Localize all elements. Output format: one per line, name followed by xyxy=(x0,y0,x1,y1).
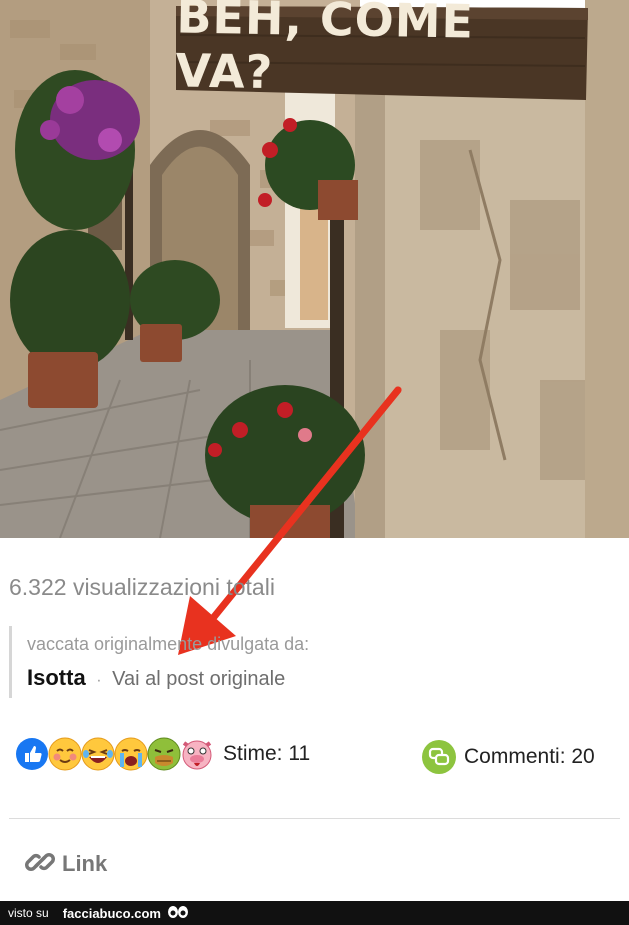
crying-face-icon[interactable] xyxy=(114,737,148,771)
divider xyxy=(9,818,620,819)
comments-count: Commenti: 20 xyxy=(464,745,595,768)
author-name[interactable]: Isotta xyxy=(27,665,86,690)
original-post-link[interactable]: Vai al post originale xyxy=(112,668,285,690)
laughing-face-icon[interactable] xyxy=(81,737,115,771)
watermark-site: facciabuco.com xyxy=(62,905,161,921)
pig-face-icon[interactable] xyxy=(180,737,214,771)
separator-dot: · xyxy=(96,672,102,689)
comments-button[interactable]: Commenti: 20 xyxy=(422,739,595,775)
post-image[interactable]: BEH, COME VA? xyxy=(0,0,629,538)
eyes-logo-icon xyxy=(167,905,189,921)
watermark-prefix: visto su xyxy=(8,906,49,920)
thumbs-up-icon[interactable] xyxy=(15,737,49,771)
sign-text: BEH, COME VA? xyxy=(175,0,475,100)
comment-bubble-icon xyxy=(422,740,456,774)
attribution-block: vaccata originalmente divulgata da: Isot… xyxy=(9,626,309,698)
link-button[interactable]: Link xyxy=(24,846,107,882)
link-label: Link xyxy=(62,851,108,876)
sick-face-icon[interactable] xyxy=(147,737,181,771)
watermark-bar: visto su facciabuco.com xyxy=(0,901,629,925)
reactions-bar[interactable]: Stime: 11 xyxy=(15,734,310,774)
blushing-face-icon[interactable] xyxy=(48,737,82,771)
attribution-prefix: vaccata originalmente divulgata da: xyxy=(27,634,310,654)
likes-count[interactable]: Stime: 11 xyxy=(223,742,310,766)
chain-link-icon xyxy=(24,846,56,883)
views-count: 6.322 visualizzazioni totali xyxy=(9,574,275,600)
